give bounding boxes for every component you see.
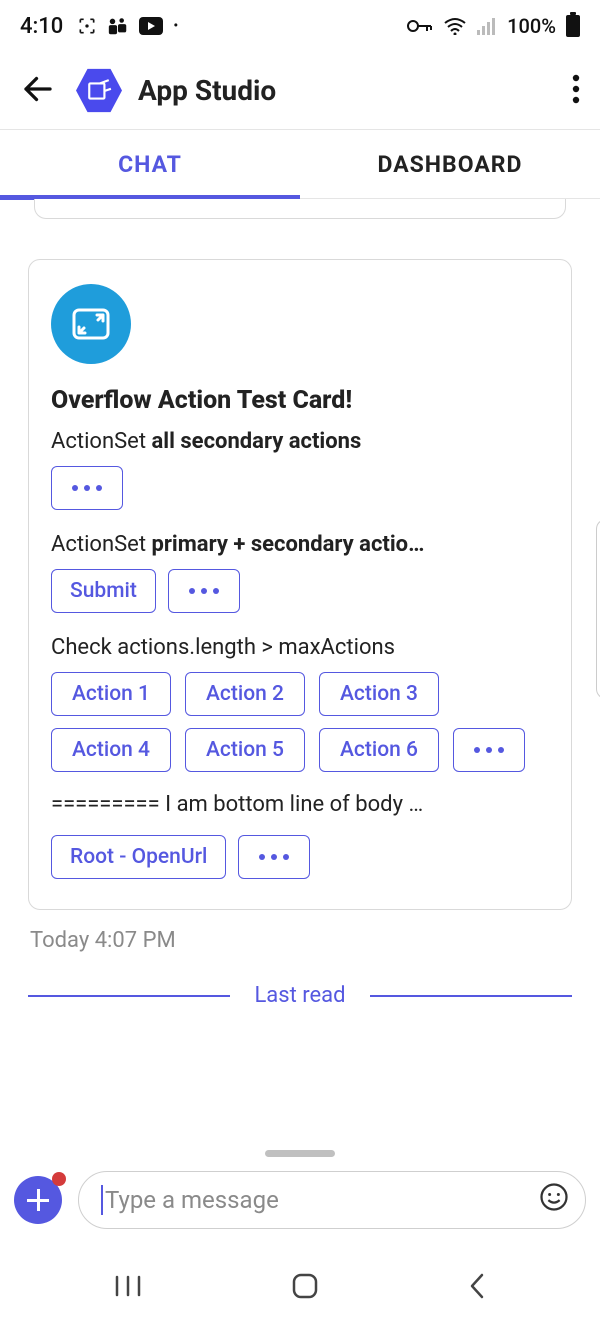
section2-label-plain: ActionSet (51, 532, 152, 557)
wifi-icon (443, 17, 467, 35)
app-bar: App Studio (0, 52, 600, 130)
appstudio-logo (74, 66, 124, 116)
action-4-button[interactable]: Action 4 (51, 728, 171, 772)
nav-recents-button[interactable] (113, 1273, 143, 1303)
message-input-placeholder: Type a message (105, 1186, 279, 1214)
section1-label-bold: all secondary actions (152, 429, 362, 454)
battery-percent: 100% (507, 14, 556, 38)
nav-home-button[interactable] (290, 1271, 320, 1305)
section1-label-plain: ActionSet (51, 429, 152, 454)
system-navbar (0, 1243, 600, 1333)
youtube-icon (139, 17, 163, 35)
previous-card-edge (34, 199, 566, 219)
dot-icon: • (173, 18, 178, 34)
action-1-button[interactable]: Action 1 (51, 672, 171, 716)
back-button[interactable] (20, 71, 56, 111)
action-3-label: Action 3 (340, 682, 418, 706)
dots-icon (259, 854, 289, 860)
action-grid: Action 1 Action 2 Action 3 Action 4 Acti… (51, 672, 549, 772)
teams-icon (107, 16, 129, 36)
status-right: 100% (407, 14, 580, 38)
app-title: App Studio (138, 74, 276, 107)
submit-button[interactable]: Submit (51, 569, 156, 613)
battery-icon (566, 15, 580, 37)
section3-label: Check actions.length > maxActions (51, 635, 549, 660)
scan-icon (77, 16, 97, 36)
message-input[interactable]: Type a message (78, 1171, 586, 1229)
more-vertical-button[interactable] (572, 74, 580, 108)
tabs: CHAT DASHBOARD (0, 130, 600, 198)
compose-plus-button[interactable] (14, 1176, 62, 1224)
section1-overflow-button[interactable] (51, 466, 123, 510)
section2-overflow-button[interactable] (168, 569, 240, 613)
tab-dashboard[interactable]: DASHBOARD (300, 130, 600, 198)
tab-chat-label: CHAT (118, 151, 182, 178)
action-overflow-button[interactable] (453, 728, 525, 772)
last-read-divider: Last read (28, 983, 572, 1008)
adaptive-card: Overflow Action Test Card! ActionSet all… (28, 259, 572, 910)
section2-label: ActionSet primary + secondary actio… (51, 532, 549, 557)
vpn-key-icon (407, 19, 433, 33)
dots-icon (189, 588, 219, 594)
action-6-label: Action 6 (340, 738, 418, 762)
status-left: 4:10 • (20, 14, 178, 39)
drag-handle[interactable] (265, 1150, 335, 1157)
root-overflow-button[interactable] (238, 835, 310, 879)
last-read-label: Last read (254, 983, 345, 1008)
status-time: 4:10 (20, 14, 63, 39)
tab-chat[interactable]: CHAT (0, 130, 300, 198)
composer-area: Type a message (0, 1150, 600, 1243)
section2-label-bold: primary + secondary actio… (152, 532, 425, 557)
dots-icon (72, 485, 102, 491)
chat-body[interactable]: Overflow Action Test Card! ActionSet all… (0, 199, 600, 1109)
side-edge-handle[interactable] (596, 519, 600, 699)
action-5-label: Action 5 (206, 738, 284, 762)
submit-button-label: Submit (70, 579, 137, 603)
action-3-button[interactable]: Action 3 (319, 672, 439, 716)
emoji-button[interactable] (539, 1182, 569, 1218)
section1-label: ActionSet all secondary actions (51, 429, 549, 454)
dots-icon (474, 747, 504, 753)
action-2-button[interactable]: Action 2 (185, 672, 305, 716)
action-2-label: Action 2 (206, 682, 284, 706)
root-openurl-label: Root - OpenUrl (70, 845, 207, 869)
status-bar: 4:10 • (0, 0, 600, 52)
tab-dashboard-label: DASHBOARD (377, 151, 522, 178)
card-header-icon (51, 284, 131, 364)
action-5-button[interactable]: Action 5 (185, 728, 305, 772)
action-4-label: Action 4 (72, 738, 150, 762)
card-title: Overflow Action Test Card! (51, 386, 549, 415)
card-bottom-text: ========= I am bottom line of body … (51, 792, 549, 817)
divider-line (370, 995, 572, 997)
action-1-label: Action 1 (72, 682, 150, 706)
message-timestamp: Today 4:07 PM (30, 928, 570, 953)
text-caret (101, 1185, 103, 1215)
action-6-button[interactable]: Action 6 (319, 728, 439, 772)
divider-line (28, 995, 230, 997)
nav-back-button[interactable] (467, 1271, 487, 1305)
signal-icon (477, 17, 497, 35)
root-openurl-button[interactable]: Root - OpenUrl (51, 835, 226, 879)
